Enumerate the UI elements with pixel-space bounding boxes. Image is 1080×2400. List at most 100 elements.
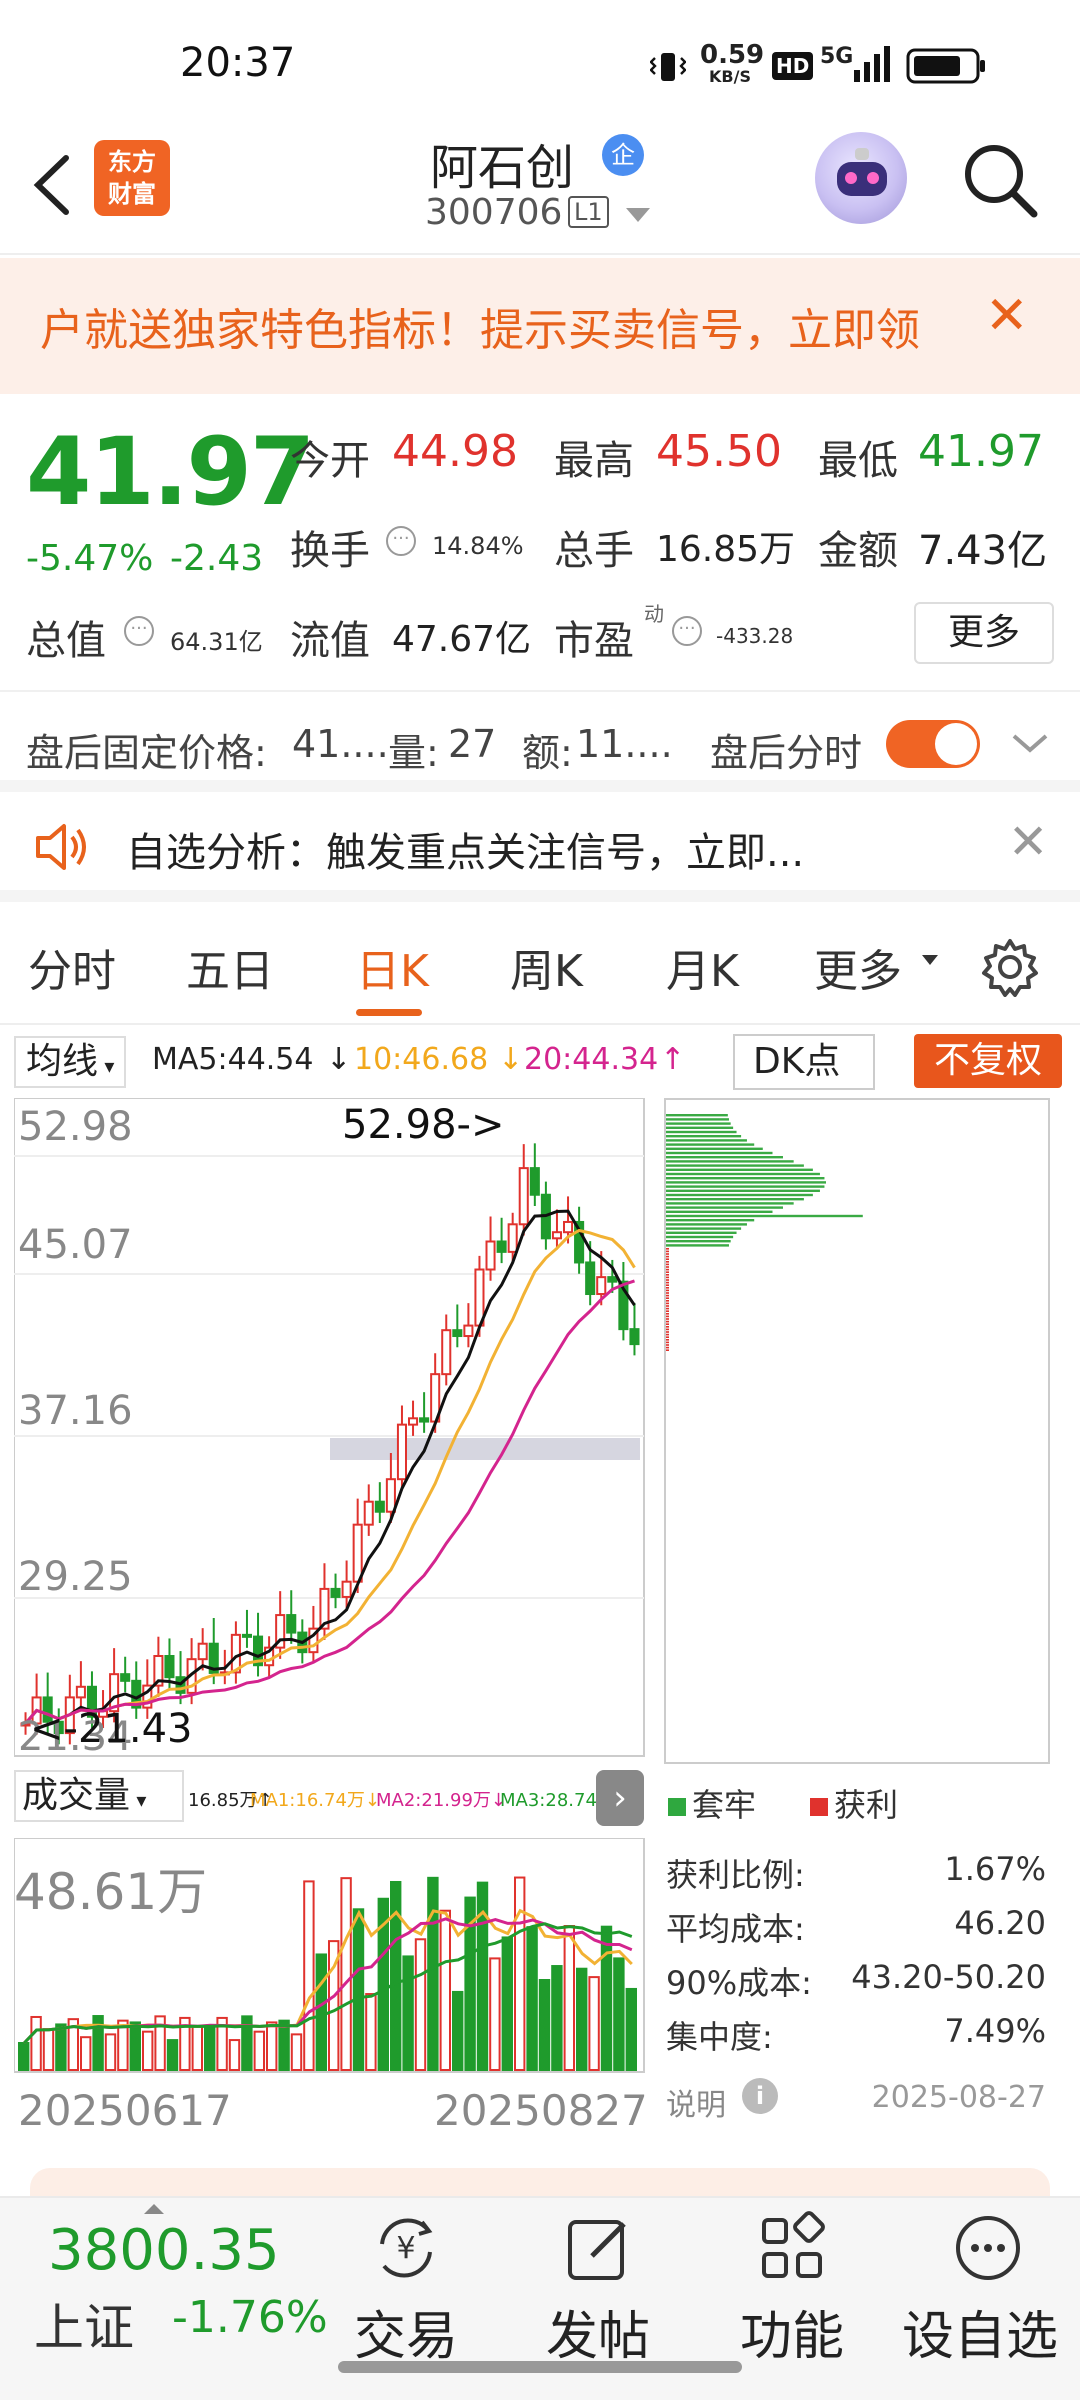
back-arrow-icon[interactable] [24,150,84,220]
tab-weekly-k[interactable]: 周K [510,935,583,999]
dk-point-select[interactable]: DK点 [733,1034,875,1090]
chip-bar [666,1318,669,1320]
chevron-right-icon[interactable]: › [596,1770,644,1826]
tab-five-day[interactable]: 五日 [186,935,274,999]
candle-body [408,1417,419,1426]
chip-bar [666,1315,669,1318]
index-change[interactable]: -1.76% [172,2292,328,2343]
stock-name: 阿石创 [430,140,575,196]
search-icon[interactable] [960,140,1040,220]
info-icon[interactable]: i [742,2078,778,2114]
chip-bar [666,1147,763,1150]
volume-indicator-select[interactable]: 成交量 ▾ [14,1770,184,1822]
chevron-down-icon[interactable] [626,208,650,222]
change-percent: -5.47% [26,538,154,579]
chip-bar [666,1307,669,1310]
chip-bar [666,1214,863,1218]
promo-text[interactable]: 户就送独家特色指标！提示买卖信号，立即领 [40,294,945,358]
vibrate-icon [650,53,686,81]
candle-body [241,1633,253,1638]
chip-bar [666,1268,669,1271]
battery-icon [906,48,985,84]
chip-bar [666,1185,825,1188]
nav-add-watchlist[interactable]: 设自选 [902,2198,1068,2398]
analysis-banner[interactable]: 自选分析：触发重点关注信号，立即... ✕ [0,792,1080,902]
tab-daily-k[interactable]: 日K [356,935,429,999]
chip-bar [666,1289,669,1292]
volume-bar [290,2033,303,2071]
chip-bar [666,1255,669,1258]
nav-label: 发帖 [545,2307,650,2367]
speaker-icon [36,824,86,870]
candle-body [441,1329,452,1376]
after-hours-vol-label: 量: [388,731,439,775]
index-value[interactable]: 3800.35 [48,2218,280,2283]
chevron-down-icon[interactable] [1010,728,1050,758]
chip-bar [666,1292,669,1294]
more-button[interactable]: 更多 [914,602,1054,664]
chip-bar [666,1219,755,1222]
float-label: 流值 [290,618,370,664]
assistant-avatar[interactable] [815,132,907,224]
vol-ma1-legend: MA1:16.74万↓ [250,1790,380,1811]
legend-profit: 获利 [810,1780,898,1826]
gear-icon[interactable] [980,937,1040,997]
volume-bar [142,2030,154,2071]
info-dots-icon[interactable]: ··· [124,616,154,646]
active-tab-indicator [356,1009,422,1016]
caret-down-icon[interactable] [922,955,938,965]
chip-bar [666,1263,669,1266]
chip-bar [666,1181,826,1184]
low-value: 41.97 [918,426,1044,477]
volume-bar [352,1908,365,2071]
open-value: 44.98 [392,426,518,477]
volume-bar [30,2015,42,2072]
indicator-select[interactable]: 均线 ▾ [14,1036,127,1088]
close-icon[interactable]: ✕ [1008,814,1048,870]
chip-bar [666,1271,669,1273]
chip-bar [666,1122,731,1125]
chip-bar [666,1143,755,1146]
volume-value: 16.85万 [656,529,796,570]
chip-bar [666,1198,804,1201]
chip-bar [666,1193,813,1197]
chip-bar [666,1253,669,1255]
chip-distribution-chart[interactable] [664,1098,1050,1766]
caret-up-icon[interactable] [144,2204,164,2214]
analysis-text[interactable]: 自选分析：触发重点关注信号，立即... [126,820,804,878]
arrow-down-icon: ↓ [326,1042,352,1077]
candle-body [330,1587,341,1598]
nav-label: 功能 [739,2307,844,2367]
robot-icon [837,148,887,196]
promo-banner[interactable]: 户就送独家特色指标！提示买卖信号，立即领 ✕ [0,258,1080,394]
info-dots-icon[interactable]: ··· [386,526,416,556]
stock-code[interactable]: 300706 [425,192,562,233]
volume-bar [253,2030,266,2072]
chip-bar [666,1151,773,1155]
app-logo[interactable]: 东方 财富 [94,140,170,216]
float-value: 47.67亿 [392,619,532,660]
info-dots-icon[interactable]: ··· [672,616,702,646]
volume-bar [266,2021,278,2071]
tab-more[interactable]: 更多 [814,935,902,999]
no-adjust-button[interactable]: 不复权 [914,1034,1062,1088]
ma5-legend: MA5:44.54 [152,1042,314,1077]
index-name[interactable]: 上证 [34,2288,134,2360]
volume-bar [80,2036,92,2071]
chip-bar [666,1114,728,1117]
volume-bar [514,1876,526,2072]
chip-bar [666,1168,813,1171]
after-hours-toggle[interactable] [886,720,980,768]
close-icon[interactable]: ✕ [985,286,1029,346]
chip-bar [666,1274,669,1276]
home-indicator[interactable] [338,2361,742,2373]
chip-note-link[interactable]: 说明 [666,2080,726,2124]
tab-intraday[interactable]: 分时 [28,935,116,999]
level-badge[interactable]: L1 [568,196,609,228]
chip-bar [666,1227,742,1230]
volume-bar [501,1936,514,2071]
candle-body [596,1276,607,1296]
chip-bar [666,1305,669,1307]
tab-monthly-k[interactable]: 月K [666,935,739,999]
candle-body [629,1328,640,1346]
